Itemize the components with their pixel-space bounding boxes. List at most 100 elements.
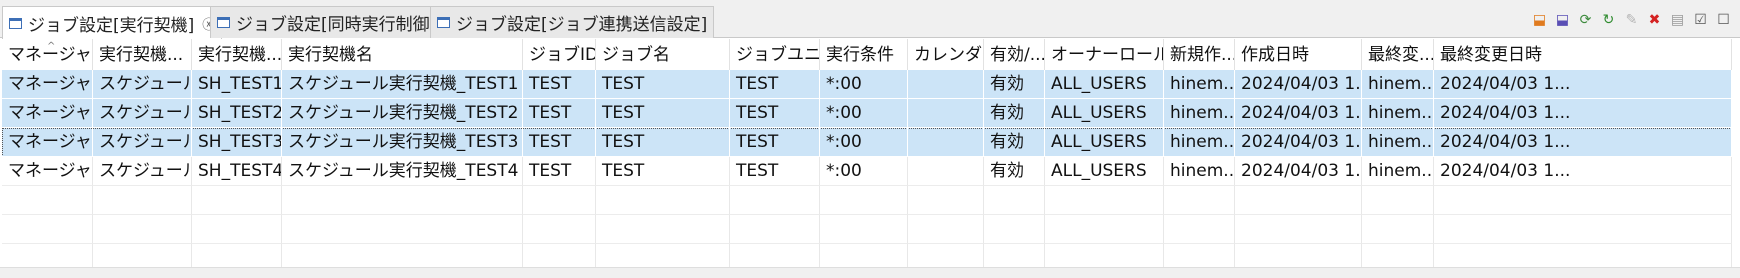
- table-cell: hinem...: [1164, 128, 1235, 157]
- table-cell: スケジュール実行契機_TEST3: [282, 128, 523, 157]
- tab-concurrent-control[interactable]: ジョブ設定[同時実行制御]: [210, 6, 444, 38]
- table-cell: SH_TEST4: [192, 157, 282, 186]
- empty-cell: [1362, 215, 1434, 244]
- empty-cell: [1235, 186, 1362, 215]
- empty-cell: [820, 215, 908, 244]
- empty-cell: [1045, 215, 1164, 244]
- table-cell: スケジュール: [93, 99, 192, 128]
- table-row[interactable]: マネージャ1スケジュールSH_TEST4スケジュール実行契機_TEST4TEST…: [2, 157, 1732, 186]
- job-trigger-table[interactable]: ^ マネージャ 実行契機... 実行契機... 実行契機名 ジョブID ジョブ名 ジョブユニ…: [2, 39, 1732, 278]
- empty-cell: [596, 215, 730, 244]
- table-cell: TEST: [523, 128, 596, 157]
- table-row[interactable]: マネージャ1スケジュールSH_TEST3スケジュール実行契機_TEST3TEST…: [2, 128, 1732, 157]
- empty-cell: [93, 186, 192, 215]
- table-cell: 有効: [984, 128, 1045, 157]
- table-cell: スケジュール実行契機_TEST1: [282, 70, 523, 99]
- table-cell: 有効: [984, 99, 1045, 128]
- empty-cell: [820, 186, 908, 215]
- copy-icon[interactable]: ⟳: [1577, 12, 1594, 29]
- table-cell: hinem...: [1362, 128, 1434, 157]
- column-header[interactable]: ジョブID: [523, 39, 596, 71]
- table-cell: スケジュール: [93, 157, 192, 186]
- refresh-icon[interactable]: ↻: [1600, 12, 1617, 29]
- column-header[interactable]: オーナーロールID: [1045, 39, 1164, 71]
- empty-cell: [984, 186, 1045, 215]
- horizontal-scrollbar[interactable]: [0, 267, 1740, 278]
- check-icon[interactable]: ☑: [1692, 12, 1709, 29]
- empty-cell: [282, 215, 523, 244]
- table-cell: マネージャ1: [2, 157, 93, 186]
- empty-cell: [2, 215, 93, 244]
- column-header[interactable]: 最終変更日時: [1434, 39, 1732, 71]
- column-header[interactable]: カレンダ...: [908, 39, 984, 71]
- empty-cell: [1434, 215, 1732, 244]
- table-cell: TEST: [730, 128, 820, 157]
- column-header[interactable]: 新規作...: [1164, 39, 1235, 71]
- table-row[interactable]: マネージャ1スケジュールSH_TEST1スケジュール実行契機_TEST1TEST…: [2, 70, 1732, 99]
- minimize-icon[interactable]: ☐: [1715, 12, 1732, 29]
- add-schedule-icon[interactable]: ⬓: [1531, 12, 1548, 29]
- document-icon[interactable]: ▤: [1669, 12, 1686, 29]
- view-icon: [217, 17, 230, 28]
- empty-cell: [908, 215, 984, 244]
- empty-cell: [2, 186, 93, 215]
- table-cell: hinem...: [1164, 70, 1235, 99]
- table-row[interactable]: マネージャ1スケジュールSH_TEST2スケジュール実行契機_TEST2TEST…: [2, 99, 1732, 128]
- table-cell: TEST: [596, 157, 730, 186]
- column-header[interactable]: 実行契機...: [192, 39, 282, 71]
- view-icon: [437, 17, 450, 28]
- table-cell: 2024/04/03 1...: [1434, 99, 1732, 128]
- column-header[interactable]: 最終変...: [1362, 39, 1434, 71]
- add-file-check-icon[interactable]: ⬓: [1554, 12, 1571, 29]
- table-cell: TEST: [596, 99, 730, 128]
- tab-job-link-send[interactable]: ジョブ設定[ジョブ連携送信設定]: [430, 6, 715, 38]
- table-cell: hinem...: [1164, 157, 1235, 186]
- edit-icon[interactable]: ✎: [1623, 12, 1640, 29]
- table-cell: hinem...: [1362, 157, 1434, 186]
- table-cell: スケジュール: [93, 70, 192, 99]
- table-cell: *:00: [820, 99, 908, 128]
- empty-cell: [1164, 186, 1235, 215]
- table-cell: マネージャ1: [2, 128, 93, 157]
- empty-cell: [984, 215, 1045, 244]
- column-header[interactable]: 実行条件: [820, 39, 908, 71]
- table-cell: *:00: [820, 128, 908, 157]
- table-cell: TEST: [523, 157, 596, 186]
- column-header[interactable]: 作成日時: [1235, 39, 1362, 71]
- column-header[interactable]: ジョブ名: [596, 39, 730, 71]
- table-cell: 2024/04/03 1...: [1235, 99, 1362, 128]
- table-cell: マネージャ1: [2, 99, 93, 128]
- table-cell: hinem...: [1362, 99, 1434, 128]
- view-icon: [9, 17, 22, 29]
- tab-label: ジョブ設定[同時実行制御]: [236, 15, 437, 35]
- empty-cell: [192, 186, 282, 215]
- table-cell: SH_TEST3: [192, 128, 282, 157]
- empty-cell: [730, 186, 820, 215]
- delete-icon[interactable]: ✖: [1646, 12, 1663, 29]
- table-header: ^ マネージャ 実行契機... 実行契機... 実行契機名 ジョブID ジョブ名 ジョブユニ…: [2, 39, 1732, 71]
- column-header[interactable]: ジョブユニ...: [730, 39, 820, 71]
- empty-row: [2, 186, 1732, 215]
- column-header[interactable]: マネージャ: [2, 39, 93, 71]
- table-cell: TEST: [730, 99, 820, 128]
- column-header[interactable]: 実行契機名: [282, 39, 523, 71]
- column-header[interactable]: 有効/...: [984, 39, 1045, 71]
- table-cell: 2024/04/03 1...: [1434, 157, 1732, 186]
- table-cell: TEST: [596, 128, 730, 157]
- column-header[interactable]: 実行契機...: [93, 39, 192, 71]
- empty-cell: [596, 186, 730, 215]
- table-cell: TEST: [730, 157, 820, 186]
- empty-cell: [523, 186, 596, 215]
- table-cell: ALL_USERS: [1045, 128, 1164, 157]
- table-cell: 2024/04/03 1...: [1235, 70, 1362, 99]
- table-cell: TEST: [730, 70, 820, 99]
- table-cell: 有効: [984, 70, 1045, 99]
- table-cell: *:00: [820, 70, 908, 99]
- tab-job-trigger[interactable]: ジョブ設定[実行契機] ⓧ: [2, 6, 223, 39]
- table-cell: ALL_USERS: [1045, 157, 1164, 186]
- table-cell: [908, 70, 984, 99]
- table-cell: *:00: [820, 157, 908, 186]
- table-cell: スケジュール: [93, 128, 192, 157]
- table-cell: 2024/04/03 1...: [1235, 157, 1362, 186]
- table-cell: スケジュール実行契機_TEST2: [282, 99, 523, 128]
